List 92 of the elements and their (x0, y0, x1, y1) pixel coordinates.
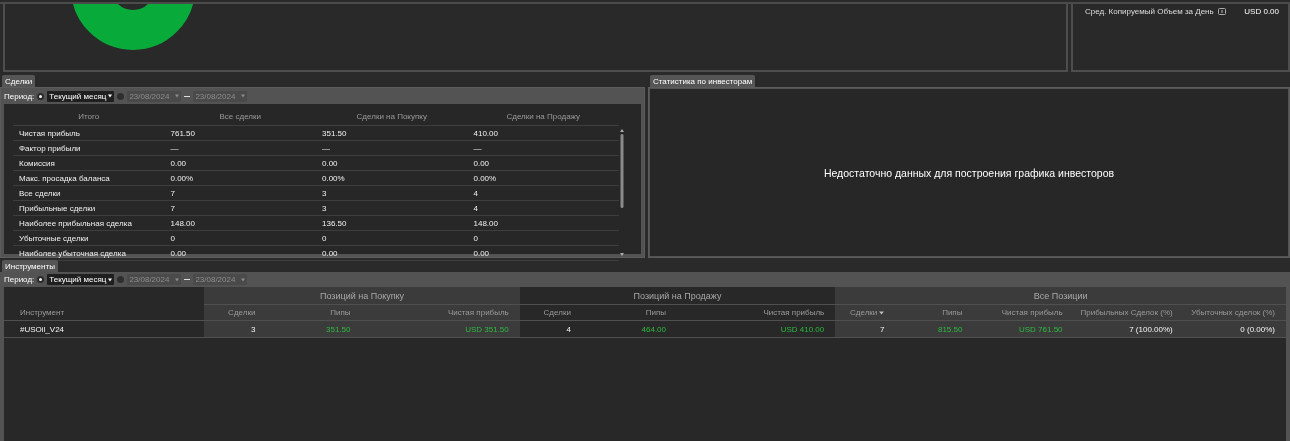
column-header[interactable]: Сделки (519, 304, 582, 321)
table-cell: 7 (164, 185, 316, 201)
table-cell: 3 (316, 200, 468, 216)
column-header: Сделки на Продажу (467, 108, 619, 126)
table-cell: 410.00 (467, 125, 619, 141)
column-header: Сделки на Покупку (316, 108, 468, 126)
stat-label: Сред. Копируемый Объем за День (1085, 7, 1214, 16)
table-cell: 0.00 (164, 155, 316, 171)
row-label: Прибыльные сделки (13, 200, 165, 216)
column-header[interactable]: Чистая прибыль (677, 304, 836, 321)
table-cell: 4 (467, 200, 619, 216)
tab[interactable]: Сделки (2, 75, 36, 87)
period-dropdown[interactable]: Текущий месяц (47, 90, 115, 102)
table-cell: — (467, 140, 619, 156)
info-icon[interactable] (1217, 8, 1226, 15)
period-dropdown[interactable]: Текущий месяц (47, 274, 115, 286)
radio-button[interactable] (117, 92, 125, 100)
scrollbar[interactable] (619, 128, 625, 258)
column-header: Все сделки (164, 108, 316, 126)
table-cell: USD 761.50 (973, 320, 1074, 338)
table-cell: 0.00 (467, 155, 619, 171)
table-cell: USD 410.00 (677, 320, 836, 338)
table-cell: 0.00% (316, 170, 468, 186)
table-cell: 0.00% (164, 170, 316, 186)
radio-button[interactable] (37, 276, 45, 284)
range-dash (184, 95, 191, 97)
column-header[interactable]: Инструмент (4, 304, 205, 321)
stat-value: USD 0.00 (1244, 7, 1279, 16)
table-cell: 0 (316, 230, 468, 246)
caret-icon (241, 277, 246, 282)
period-label: Период: (4, 275, 35, 285)
table-cell: 464.00 (581, 320, 677, 338)
row-label: Убыточные сделки (13, 230, 165, 246)
row-label: Наиболее прибыльная сделка (13, 215, 165, 231)
table-cell: #USOil_V24 (4, 320, 205, 338)
range-dash (184, 279, 191, 281)
column-header[interactable]: Пипы (266, 304, 362, 321)
radio-button[interactable] (117, 276, 125, 284)
period-label: Период: (4, 91, 35, 101)
table-cell: 136.50 (316, 215, 468, 231)
caret-icon (175, 277, 180, 282)
table-cell: 148.00 (164, 215, 316, 231)
caret-icon (108, 94, 113, 98)
tab[interactable]: Статистика по инвесторам (650, 75, 756, 87)
group-header: Позиций на Продажу (519, 287, 836, 305)
column-header[interactable]: Чистая прибыль (973, 304, 1074, 321)
column-header[interactable]: Прибыльных Сделок (%) (1073, 304, 1184, 321)
table-cell: 0.00% (467, 170, 619, 186)
table-cell: — (316, 140, 468, 156)
group-header: Все Позиции (835, 287, 1286, 305)
table-cell: 0 (0.00%) (1183, 320, 1286, 338)
column-header[interactable]: Пипы (895, 304, 974, 321)
table-cell: 0 (467, 230, 619, 246)
table-cell: 0.00 (316, 245, 468, 261)
table-cell: 4 (519, 320, 582, 338)
column-header[interactable]: Чистая прибыль (361, 304, 520, 321)
column-header[interactable]: Сделки (835, 304, 896, 321)
row-label: Все сделки (13, 185, 165, 201)
date-field[interactable]: 23/08/2024 (127, 274, 182, 286)
table-cell: 351.50 (316, 125, 468, 141)
empty-message: Недостаточно данных для построения графика инвесторов (823, 166, 1115, 179)
row-label: Комиссия (13, 155, 165, 171)
date-field[interactable]: 23/08/2024 (127, 90, 182, 102)
tab[interactable]: Инструменты (2, 260, 58, 272)
table-cell: 148.00 (467, 215, 619, 231)
caret-icon (108, 277, 113, 282)
row-label: Чистая прибыль (13, 125, 165, 141)
table-cell: 0 (164, 230, 316, 246)
row-label: Фактор прибыли (13, 140, 165, 156)
table-cell: 0.00 (164, 245, 316, 261)
table-cell: — (164, 140, 316, 156)
table-cell: 351.50 (266, 320, 362, 338)
column-header[interactable]: Убыточных сделок (%) (1183, 304, 1286, 321)
table-cell: 815.50 (895, 320, 974, 338)
column-header: Итого (13, 108, 165, 126)
table-cell: USD 351.50 (361, 320, 520, 338)
table-cell: 7 (835, 320, 896, 338)
date-field[interactable]: 23/08/2024 (193, 90, 248, 102)
column-header[interactable]: Сделки (204, 304, 267, 321)
table-cell: 7 (164, 200, 316, 216)
table-cell: 3 (316, 185, 468, 201)
row-label: Макс. просадка баланса (13, 170, 165, 186)
table-cell: 0.00 (467, 245, 619, 261)
date-field[interactable]: 23/08/2024 (193, 274, 248, 286)
table-cell: 7 (100.00%) (1073, 320, 1184, 338)
group-header: Позиций на Покупку (204, 287, 520, 305)
table-cell: 761.50 (164, 125, 316, 141)
column-header[interactable]: Пипы (581, 304, 677, 321)
table-cell: 0.00 (316, 155, 468, 171)
radio-button[interactable] (37, 92, 45, 100)
table-cell: 4 (467, 185, 619, 201)
table-cell: 3 (204, 320, 267, 338)
